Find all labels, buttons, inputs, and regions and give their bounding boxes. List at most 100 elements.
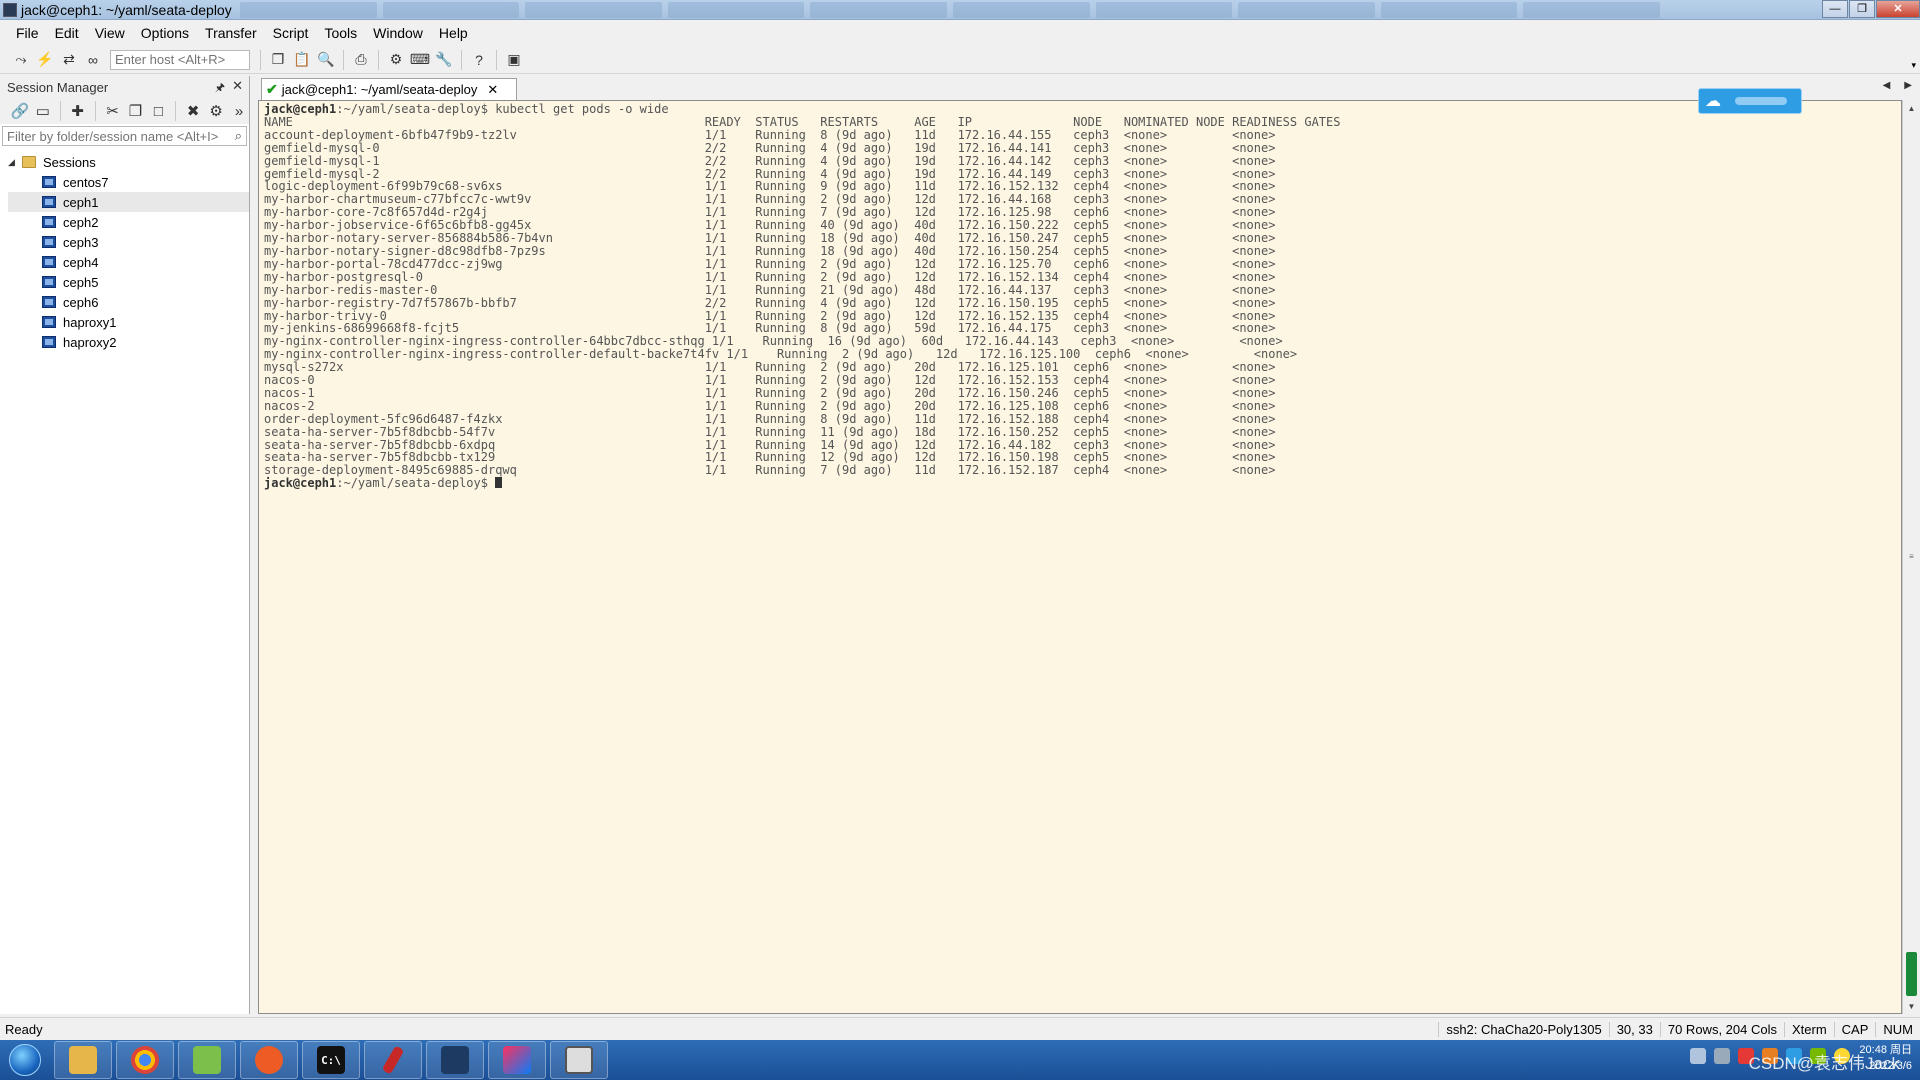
session-item-haproxy1[interactable]: haproxy1 — [8, 312, 249, 332]
scroll-thumb[interactable] — [1906, 952, 1917, 996]
session-item-ceph6[interactable]: ceph6 — [8, 292, 249, 312]
start-button[interactable] — [0, 1040, 50, 1080]
prompt-path: :~/yaml/seata-deploy$ — [336, 102, 488, 116]
session-label: ceph4 — [63, 254, 99, 270]
window-title-bar: jack@ceph1: ~/yaml/seata-deploy — ❐ ✕ — [0, 0, 1920, 20]
sessions-folder-label: Sessions — [43, 154, 96, 170]
help-icon[interactable]: ? — [468, 49, 490, 71]
cut-icon[interactable]: ✂ — [103, 100, 123, 122]
session-item-ceph1[interactable]: ceph1 — [8, 192, 249, 212]
session-item-ceph3[interactable]: ceph3 — [8, 232, 249, 252]
find-icon[interactable]: 🔍 — [315, 49, 337, 71]
chrome-icon — [131, 1046, 159, 1074]
reconnect-icon[interactable]: ⇄ — [58, 49, 80, 71]
taskbar-chrome[interactable] — [116, 1041, 174, 1079]
new-tab-icon[interactable]: ▭ — [33, 100, 53, 122]
connect-icon[interactable]: ⤳ — [10, 49, 32, 71]
more-icon[interactable]: » — [229, 100, 249, 122]
session-label: ceph6 — [63, 294, 99, 310]
pod-row: storage-deployment-8495c69885-drqwq 1/1 … — [264, 463, 1276, 478]
terminal-view[interactable]: jack@ceph1:~/yaml/seata-deploy$ kubectl … — [258, 100, 1902, 1014]
clock-date: 2022/3/6 — [1869, 1060, 1912, 1072]
enter-host-input[interactable] — [110, 49, 250, 70]
toolbar-divider — [175, 101, 177, 121]
folder-icon — [22, 156, 36, 168]
session-icon — [42, 196, 56, 208]
session-icon — [42, 216, 56, 228]
close-panel-icon[interactable]: ✕ — [232, 78, 243, 94]
menu-file[interactable]: File — [8, 25, 47, 41]
taskbar-editor[interactable] — [364, 1041, 422, 1079]
keyboard-tray-icon[interactable] — [1690, 1048, 1706, 1064]
session-item-ceph5[interactable]: ceph5 — [8, 272, 249, 292]
link-icon[interactable]: 🔗 — [10, 100, 30, 122]
session-item-centos7[interactable]: centos7 — [8, 172, 249, 192]
sftp-icon[interactable]: 🔧 — [433, 49, 455, 71]
collapse-icon[interactable]: ◢ — [8, 157, 22, 168]
tab-scroll-left-icon[interactable]: ◀ — [1883, 80, 1891, 91]
session-item-ceph2[interactable]: ceph2 — [8, 212, 249, 232]
taskbar-intellij[interactable] — [488, 1041, 546, 1079]
taskbar-workbench[interactable] — [426, 1041, 484, 1079]
session-tab[interactable]: ✔ jack@ceph1: ~/yaml/seata-deploy ✕ — [261, 78, 517, 100]
scroll-down-icon[interactable]: ▼ — [1903, 998, 1920, 1014]
add-session-icon[interactable]: ✚ — [68, 100, 88, 122]
tab-scroll-right-icon[interactable]: ▶ — [1904, 80, 1912, 91]
paste-icon[interactable]: 📋 — [291, 49, 313, 71]
keymap-icon[interactable]: ⌨ — [409, 49, 431, 71]
copy-icon[interactable]: ❐ — [126, 100, 146, 122]
session-filter-input[interactable] — [2, 126, 247, 146]
postman-icon — [255, 1046, 283, 1074]
scroll-grip-icon: ≡ — [1909, 552, 1914, 561]
menu-window[interactable]: Window — [365, 25, 431, 41]
taskbar-vm[interactable] — [550, 1041, 608, 1079]
network-tray-icon[interactable] — [1714, 1048, 1730, 1064]
toolbar-overflow-icon[interactable]: ▾ — [1911, 60, 1916, 71]
baidu-netdisk-badge[interactable]: ☁ — [1698, 88, 1802, 114]
screen-icon[interactable]: ▣ — [503, 49, 525, 71]
session-icon — [42, 336, 56, 348]
session-icon — [42, 256, 56, 268]
paste-icon[interactable]: □ — [148, 100, 168, 122]
copy-icon[interactable]: ❐ — [267, 49, 289, 71]
close-tab-icon[interactable]: ✕ — [487, 82, 498, 98]
minimize-button[interactable]: — — [1822, 0, 1848, 18]
taskbar-explorer[interactable] — [54, 1041, 112, 1079]
window-controls: — ❐ ✕ — [1821, 0, 1920, 18]
menu-tools[interactable]: Tools — [316, 25, 365, 41]
cloud-icon: ☁ — [1705, 93, 1721, 110]
status-cipher: ssh2: ChaCha20-Poly1305 — [1438, 1021, 1608, 1037]
taskbar-postman[interactable] — [240, 1041, 298, 1079]
taskbar-securecrt[interactable]: C:\ — [302, 1041, 360, 1079]
menu-script[interactable]: Script — [265, 25, 317, 41]
session-icon — [42, 236, 56, 248]
session-options-icon[interactable]: ⚙ — [385, 49, 407, 71]
maximize-button[interactable]: ❐ — [1849, 0, 1875, 18]
terminal-scrollbar[interactable]: ▲ ≡ ▼ — [1902, 100, 1920, 1014]
sessions-folder[interactable]: ◢ Sessions — [8, 152, 249, 172]
taskbar-notepad[interactable] — [178, 1041, 236, 1079]
system-clock[interactable]: 20:48 周日 2022/3/6 — [1859, 1042, 1912, 1074]
toolbar-divider — [461, 49, 462, 70]
properties-icon[interactable]: ⚙ — [206, 100, 226, 122]
scroll-up-icon[interactable]: ▲ — [1903, 100, 1920, 116]
menu-transfer[interactable]: Transfer — [197, 25, 265, 41]
print-icon[interactable]: ⎙ — [350, 49, 372, 71]
delete-icon[interactable]: ✖ — [183, 100, 203, 122]
search-icon[interactable]: ⌕ — [235, 128, 242, 144]
menu-edit[interactable]: Edit — [47, 25, 87, 41]
menu-view[interactable]: View — [87, 25, 133, 41]
folder-icon — [69, 1046, 97, 1074]
session-item-ceph4[interactable]: ceph4 — [8, 252, 249, 272]
close-button[interactable]: ✕ — [1876, 0, 1920, 18]
pin-icon[interactable]: 🖈 — [215, 79, 225, 98]
session-item-haproxy2[interactable]: haproxy2 — [8, 332, 249, 352]
dolphin-icon — [441, 1046, 469, 1074]
blurred-badge-text — [1735, 97, 1787, 105]
quick-connect-icon[interactable]: ⚡ — [34, 49, 56, 71]
menu-help[interactable]: Help — [431, 25, 476, 41]
menu-options[interactable]: Options — [133, 25, 197, 41]
disconnect-icon[interactable]: ∞ — [82, 49, 104, 71]
intellij-icon — [503, 1046, 531, 1074]
status-terminal-type: Xterm — [1783, 1021, 1834, 1037]
